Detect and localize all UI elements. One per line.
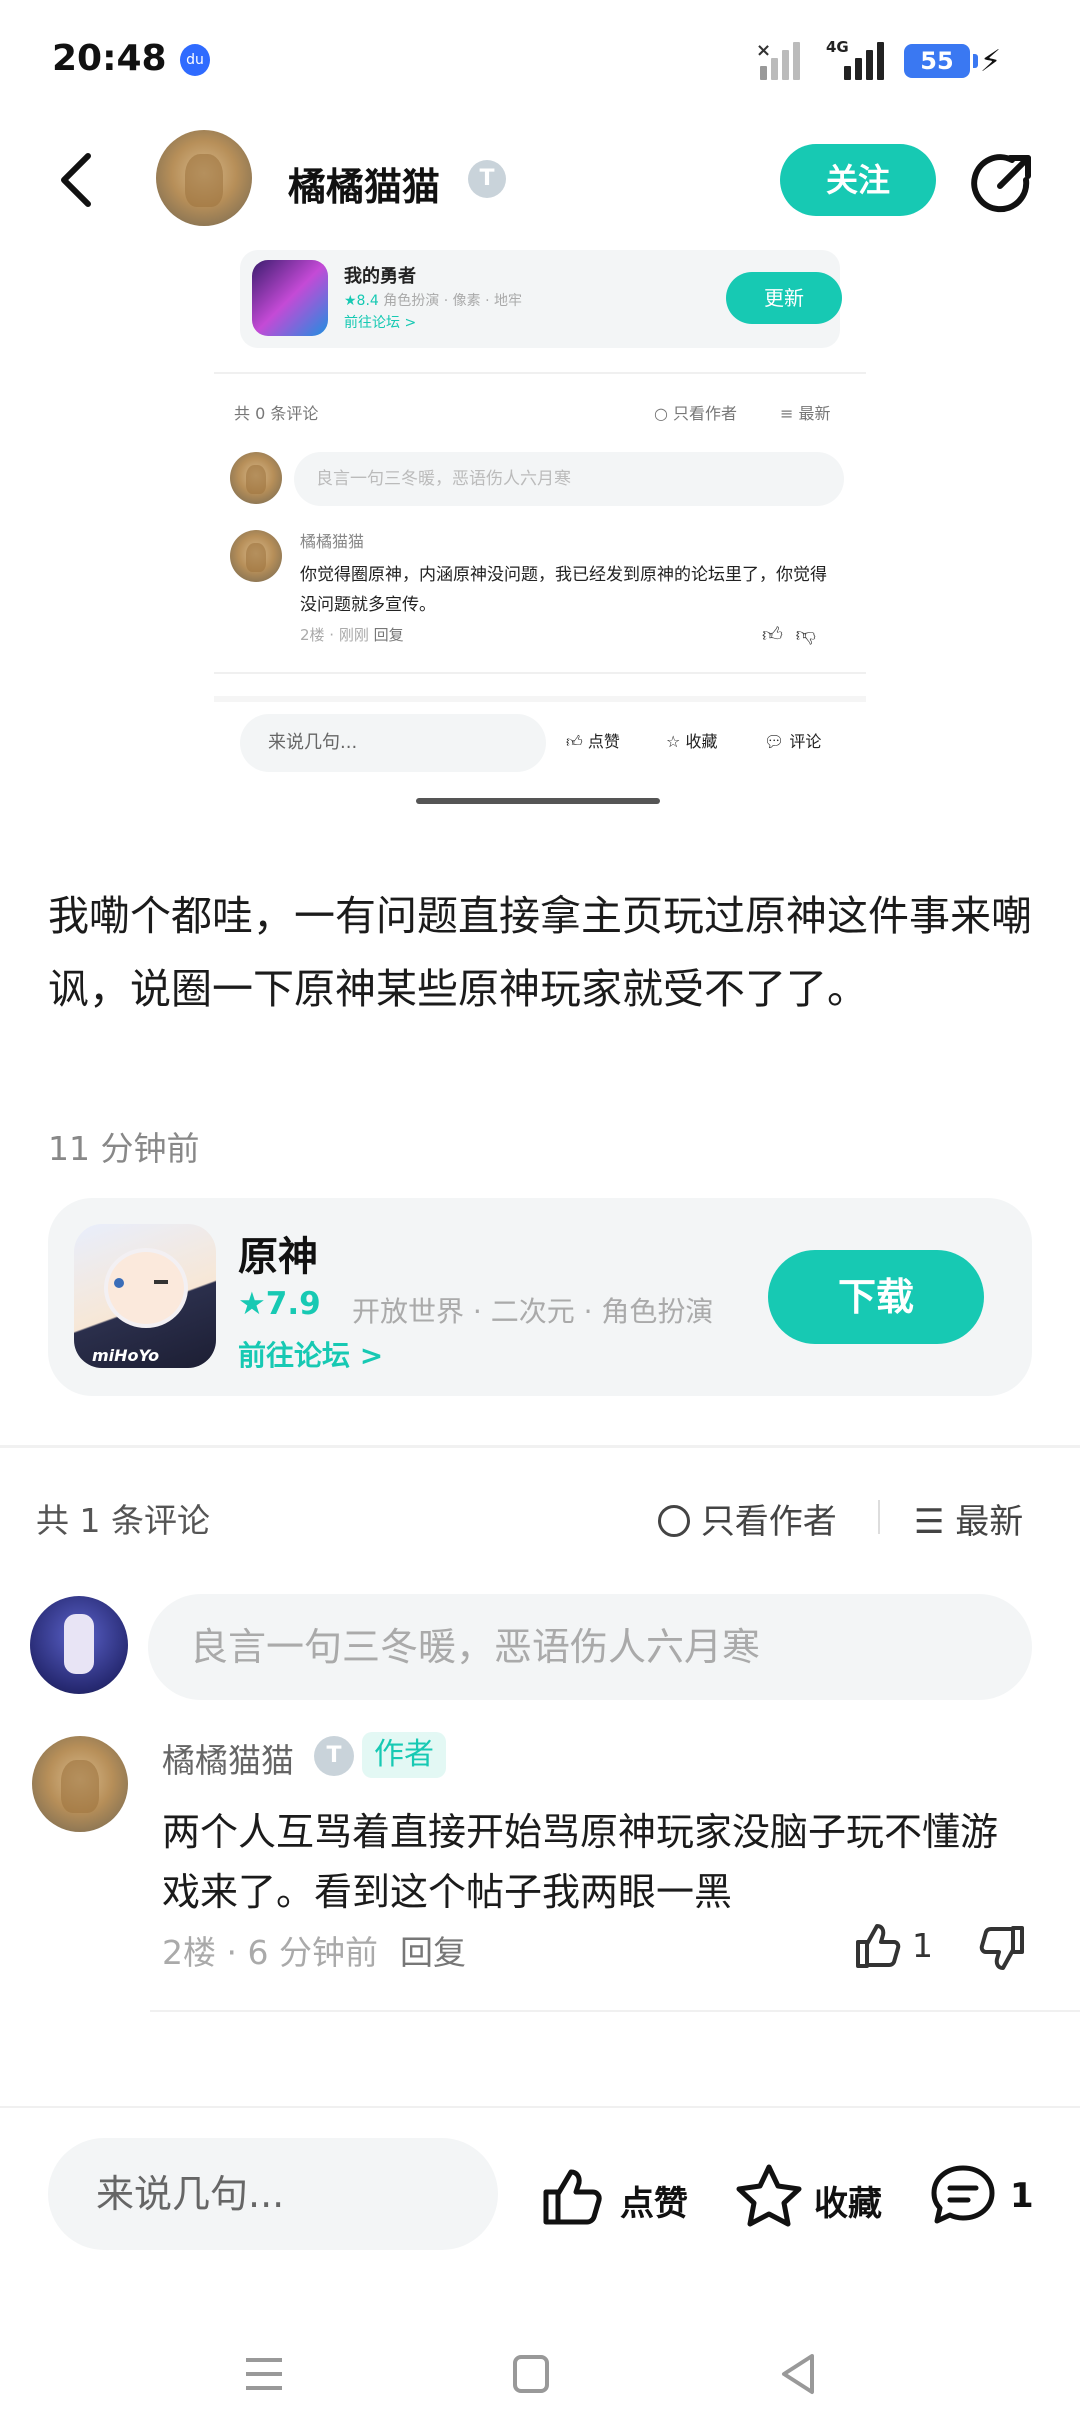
image-game-icon	[252, 260, 328, 336]
download-button[interactable]: 下载	[768, 1250, 984, 1344]
system-nav-bar	[0, 2286, 1080, 2412]
status-time: 20:48	[52, 38, 167, 79]
like-icon[interactable]	[540, 2166, 606, 2228]
comment-meta: 2楼 · 6 分钟前	[162, 1933, 378, 1972]
game-tags: 开放世界 · 二次元 · 角色扮演	[352, 1295, 714, 1328]
radio-icon	[658, 1505, 690, 1537]
thumbs-up-icon[interactable]	[852, 1920, 902, 1970]
home-icon[interactable]	[512, 2354, 550, 2394]
post-body: 我嘞个都哇，一有问题直接拿主页玩过原神这件事来嘲讽，说圈一下原神某些原神玩家就受…	[48, 892, 1032, 1013]
game-card[interactable]: miHoYo 原神 ★7.9 开放世界 · 二次元 · 角色扮演 前往论坛 > …	[48, 1198, 1032, 1396]
post-header: 橘橘猫猫 T 关注	[0, 120, 1080, 250]
comment-text: 两个人互骂着直接开始骂原神玩家没脑子玩不懂游戏来了。看到这个帖子我两眼一黑	[162, 1810, 999, 1914]
forum-link[interactable]: 前往论坛 >	[238, 1334, 383, 1374]
baidu-icon: du	[180, 44, 210, 76]
commenter-avatar[interactable]	[32, 1736, 128, 1832]
only-author-toggle[interactable]: 只看作者	[658, 1494, 837, 1543]
comment-bubble-icon[interactable]	[928, 2162, 998, 2228]
author-avatar[interactable]	[156, 130, 252, 226]
battery-icon: 55	[904, 44, 978, 78]
image-gesture-bar	[416, 798, 660, 804]
sort-latest[interactable]: ☰ 最新	[914, 1494, 1023, 1543]
favorite-star-icon[interactable]	[734, 2162, 804, 2228]
signal-icon-1: ×	[756, 40, 806, 80]
status-bar: 20:48 du × 4G 55 ⚡	[0, 0, 1080, 120]
post-image[interactable]: 我的勇者 ★8.4 角色扮演 · 像素 · 地牢 前往论坛 > 更新 共 0 条…	[214, 248, 866, 808]
bottom-action-bar: 来说几句... 点赞 收藏 1	[0, 2106, 1080, 2286]
game-rating: ★7.9	[238, 1286, 321, 1322]
author-tag: 作者	[362, 1732, 446, 1778]
game-title[interactable]: 原神	[238, 1224, 318, 1282]
my-avatar	[30, 1596, 128, 1694]
back-nav-icon[interactable]	[778, 2352, 818, 2396]
share-icon[interactable]	[968, 150, 1034, 216]
genshin-app-icon[interactable]: miHoYo	[74, 1224, 216, 1368]
reply-button[interactable]: 回复	[400, 1926, 466, 1974]
bottom-comment-input[interactable]: 来说几句...	[48, 2138, 498, 2250]
thumbs-down-icon[interactable]	[978, 1924, 1028, 1974]
comments-header: 共 1 条评论 只看作者 ☰ 最新	[0, 1480, 1080, 1560]
author-name[interactable]: 橘橘猫猫	[288, 156, 440, 211]
like-count: 1	[912, 1926, 933, 1965]
post-time: 11 分钟前	[48, 1129, 200, 1168]
signal-icon-2: 4G	[826, 38, 888, 80]
comment-item: 橘橘猫猫 T 作者 两个人互骂着直接开始骂原神玩家没脑子玩不懂游戏来了。看到这个…	[0, 1730, 1080, 2016]
charging-icon: ⚡	[980, 44, 1002, 79]
verified-badge-icon: T	[468, 160, 506, 198]
favorite-label[interactable]: 收藏	[814, 2176, 882, 2225]
commenter-name[interactable]: 橘橘猫猫	[162, 1734, 294, 1782]
comment-input[interactable]: 良言一句三冬暖，恶语伤人六月寒	[148, 1594, 1032, 1700]
section-divider	[0, 1445, 1080, 1448]
image-game-card: 我的勇者 ★8.4 角色扮演 · 像素 · 地牢 前往论坛 > 更新	[240, 250, 842, 348]
follow-button[interactable]: 关注	[780, 144, 936, 216]
sort-icon: ☰	[914, 1502, 945, 1542]
comment-count: 共 1 条评论	[36, 1501, 210, 1540]
comment-count-badge[interactable]: 1	[1010, 2176, 1034, 2216]
verified-badge-icon: T	[314, 1736, 354, 1776]
like-label[interactable]: 点赞	[620, 2176, 688, 2225]
back-icon[interactable]	[54, 150, 100, 210]
menu-icon[interactable]	[244, 2356, 284, 2392]
